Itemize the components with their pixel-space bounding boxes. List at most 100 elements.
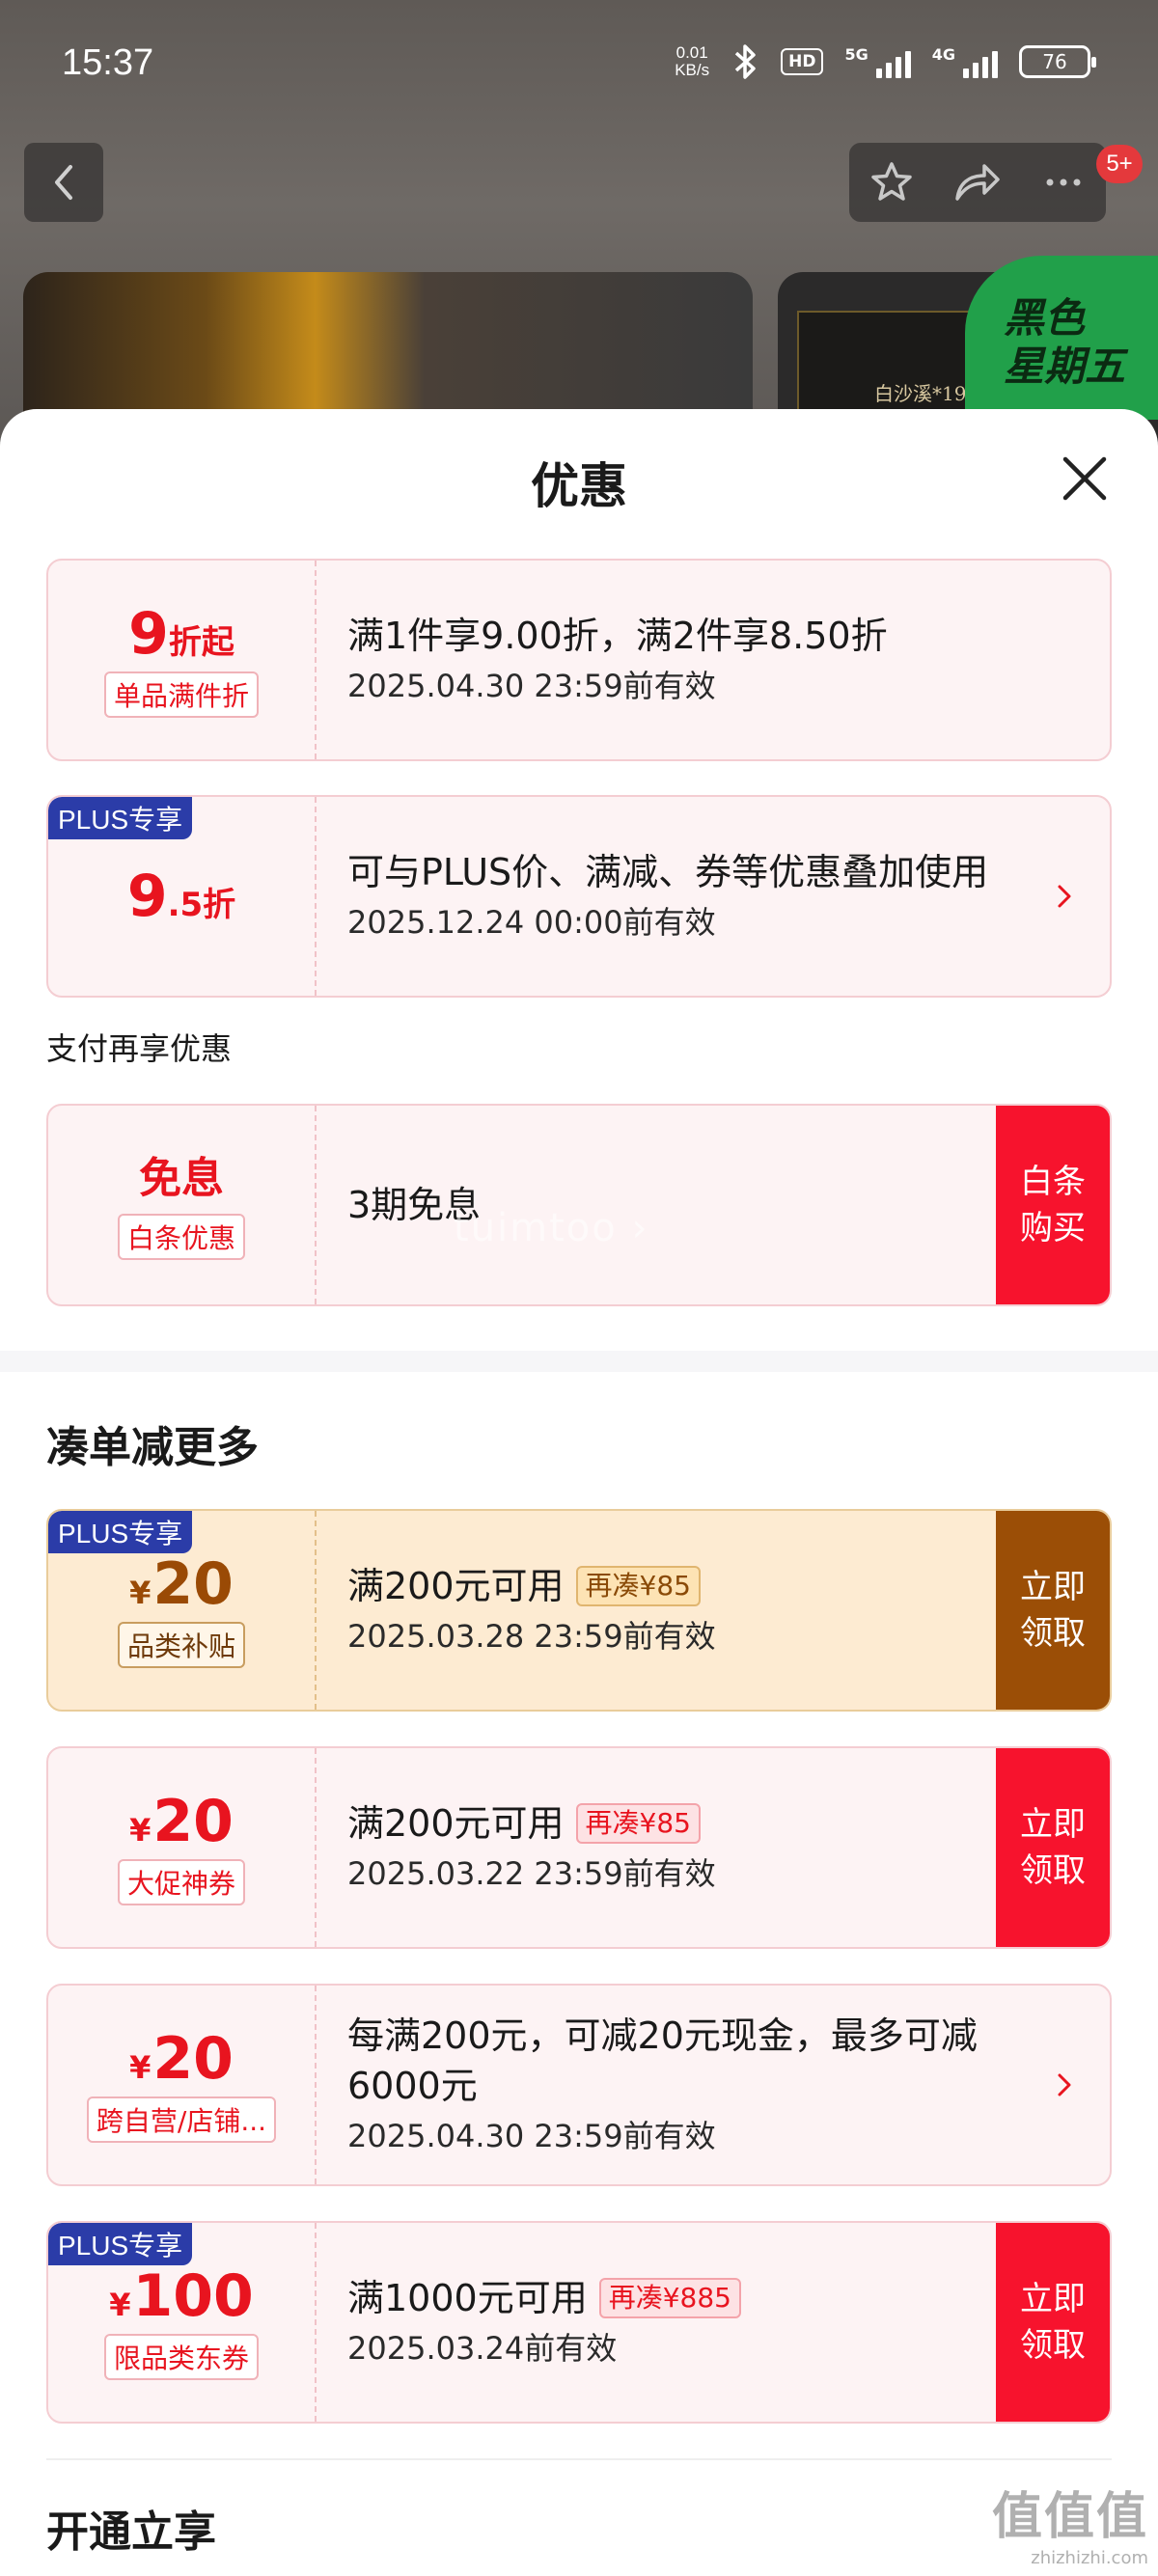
coupon-condition: 满1000元可用 xyxy=(347,2277,588,2319)
section-divider xyxy=(0,1351,1158,1372)
back-button[interactable] xyxy=(24,143,103,222)
notification-badge: 5+ xyxy=(1096,145,1143,183)
corner-watermark-url: zhizhizhi.com xyxy=(1031,2548,1148,2568)
discount-type-tag: 单品满件折 xyxy=(103,671,259,718)
section-divider-line xyxy=(46,2458,1112,2460)
coupon-condition: 满200元可用 xyxy=(347,1565,565,1607)
coupon-card[interactable]: PLUS专享 ¥ 100 限品类东券 满1000元可用 再凑¥885 2025.… xyxy=(46,2221,1112,2424)
status-bar: 15:37 0.01 KB/s HD 5G 4G 76 xyxy=(0,0,1158,130)
discount-description: 可与PLUS价、满减、券等优惠叠加使用 xyxy=(347,851,989,893)
discount-value: 9 折起 xyxy=(128,602,234,666)
coupon-expiry: 2025.03.28 23:59前有效 xyxy=(347,1618,716,1655)
promo-tag-line1: 黑色 xyxy=(1004,294,1086,342)
card-divider xyxy=(315,1986,317,2184)
coupon-amount-value: 100 xyxy=(132,2262,254,2330)
coupon-condition: 每满200元，可减20元现金，最多可减6000元 xyxy=(347,2014,978,2107)
coupon-type-tag: 跨自营/店铺... xyxy=(86,2096,277,2143)
coupon-amount: ¥ 100 xyxy=(109,2264,254,2328)
currency-symbol: ¥ xyxy=(129,1812,152,1849)
payment-value-area: 免息 白条优惠 xyxy=(48,1106,315,1304)
coupon-detail: 满200元可用 再凑¥85 2025.03.28 23:59前有效 xyxy=(347,1511,1023,1710)
discount-suffix: 折起 xyxy=(168,623,234,662)
network-speed: 0.01 KB/s xyxy=(675,44,709,79)
discount-expiry: 2025.04.30 23:59前有效 xyxy=(347,668,716,704)
star-icon[interactable] xyxy=(869,160,914,205)
corner-watermark: 值值值 zhizhizhi.com xyxy=(992,2476,1148,2568)
coupon-detail: 满1000元可用 再凑¥885 2025.03.24前有效 xyxy=(347,2223,1023,2422)
add-more-tag: 再凑¥85 xyxy=(575,1803,701,1844)
discount-value-area: 9 折起 单品满件折 xyxy=(48,561,315,759)
add-more-tag: 再凑¥885 xyxy=(598,2278,741,2318)
currency-symbol: ¥ xyxy=(129,1575,152,1611)
status-icons: 0.01 KB/s HD 5G 4G 76 xyxy=(675,42,1096,81)
bluetooth-icon xyxy=(734,44,756,79)
card-divider xyxy=(315,797,317,996)
top-action-bar xyxy=(849,143,1106,222)
coupon-condition-row: 满1000元可用 再凑¥885 xyxy=(347,2273,1023,2323)
claim-coupon-button[interactable]: 立即 领取 xyxy=(996,1748,1110,1947)
discount-suffix: .5折 xyxy=(167,886,236,924)
close-icon[interactable] xyxy=(1058,452,1112,506)
discount-number: 9 xyxy=(128,600,169,668)
coupon-amount-value: 20 xyxy=(152,1550,234,1618)
card-divider xyxy=(315,1106,317,1304)
coupon-value-area: ¥ 20 大促神券 xyxy=(48,1748,315,1947)
coupon-card[interactable]: ¥ 20 大促神券 满200元可用 再凑¥85 2025.03.22 23:59… xyxy=(46,1746,1112,1949)
coupon-detail: 满200元可用 再凑¥85 2025.03.22 23:59前有效 xyxy=(347,1748,1023,1947)
coupon-amount: ¥ 20 xyxy=(129,1552,234,1616)
discount-expiry: 2025.12.24 00:00前有效 xyxy=(347,904,716,941)
signal-4g-icon: 4G xyxy=(932,45,998,78)
coupon-detail: 每满200元，可减20元现金，最多可减6000元 2025.04.30 23:5… xyxy=(347,1986,1023,2184)
coupon-expiry: 2025.04.30 23:59前有效 xyxy=(347,2118,716,2154)
coupon-expiry: 2025.03.22 23:59前有效 xyxy=(347,1855,716,1892)
discount-card[interactable]: 9 折起 单品满件折 满1件享9.00折，满2件享8.50折 2025.04.3… xyxy=(46,559,1112,761)
coupon-card[interactable]: PLUS专享 ¥ 20 品类补贴 满200元可用 再凑¥85 2025.03.2… xyxy=(46,1509,1112,1712)
claim-coupon-button[interactable]: 立即 领取 xyxy=(996,2223,1110,2422)
coupon-amount: ¥ 20 xyxy=(129,2027,234,2091)
coupon-condition-row: 满200元可用 再凑¥85 xyxy=(347,1561,1023,1611)
coupon-amount-value: 20 xyxy=(152,1788,234,1855)
coupon-type-tag: 限品类东券 xyxy=(103,2334,259,2380)
coupon-type-tag: 品类补贴 xyxy=(117,1622,245,1668)
payment-type-tag: 白条优惠 xyxy=(117,1214,245,1260)
back-arrow-icon xyxy=(55,165,72,200)
payment-offer-card[interactable]: 免息 白条优惠 3期免息 白条 购买 xyxy=(46,1104,1112,1306)
currency-symbol: ¥ xyxy=(129,2049,152,2086)
discount-description: 满1件享9.00折，满2件享8.50折 xyxy=(347,615,888,657)
coupon-type-tag: 大促神券 xyxy=(117,1859,245,1905)
card-divider xyxy=(315,1748,317,1947)
center-watermark: tuimtoo › xyxy=(454,1206,649,1250)
status-time: 15:37 xyxy=(62,42,154,83)
payment-value: 免息 xyxy=(139,1150,224,1208)
hd-voice-icon: HD xyxy=(781,48,824,75)
baitiao-buy-button[interactable]: 白条 购买 xyxy=(996,1106,1110,1304)
discount-sheet: 优惠 9 折起 单品满件折 满1件享9.00折，满2件享8.50折 2025.0… xyxy=(0,409,1158,2576)
more-dots-icon[interactable] xyxy=(1041,160,1086,205)
card-divider xyxy=(315,561,317,759)
corner-watermark-logo: 值值值 xyxy=(991,2488,1148,2546)
coupon-card[interactable]: ¥ 20 跨自营/店铺... 每满200元，可减20元现金，最多可减6000元 … xyxy=(46,1984,1112,2186)
pay-section-label: 支付再享优惠 xyxy=(46,1030,233,1067)
payment-detail: 3期免息 xyxy=(347,1106,1023,1304)
signal-5g-icon: 5G xyxy=(844,45,911,78)
discount-detail: 可与PLUS价、满减、券等优惠叠加使用 2025.12.24 00:00前有效 xyxy=(347,797,1023,996)
bottom-section-heading: 开通立享 xyxy=(46,2507,216,2557)
coupon-condition: 满200元可用 xyxy=(347,1802,565,1845)
chevron-right-icon xyxy=(1058,885,1071,908)
battery-icon: 76 xyxy=(1019,45,1096,78)
coupon-value-area: ¥ 20 品类补贴 xyxy=(48,1511,315,1710)
coupon-amount-value: 20 xyxy=(152,2025,234,2093)
network-speed-unit: KB/s xyxy=(675,61,710,79)
coupon-value-area: ¥ 20 跨自营/店铺... xyxy=(48,1986,315,2184)
promo-tag-line2: 星期五 xyxy=(1004,343,1126,390)
payment-description: 3期免息 xyxy=(347,1184,482,1226)
coupon-value-area: ¥ 100 限品类东券 xyxy=(48,2223,315,2422)
sheet-title: 优惠 xyxy=(531,458,627,514)
discount-value-area: 9 .5折 xyxy=(48,797,315,996)
card-divider xyxy=(315,1511,317,1710)
card-divider xyxy=(315,2223,317,2422)
plus-discount-card[interactable]: PLUS专享 9 .5折 可与PLUS价、满减、券等优惠叠加使用 2025.12… xyxy=(46,795,1112,998)
signal-5g-label: 5G xyxy=(844,45,868,64)
share-icon[interactable] xyxy=(953,160,1002,205)
claim-coupon-button[interactable]: 立即 领取 xyxy=(996,1511,1110,1710)
